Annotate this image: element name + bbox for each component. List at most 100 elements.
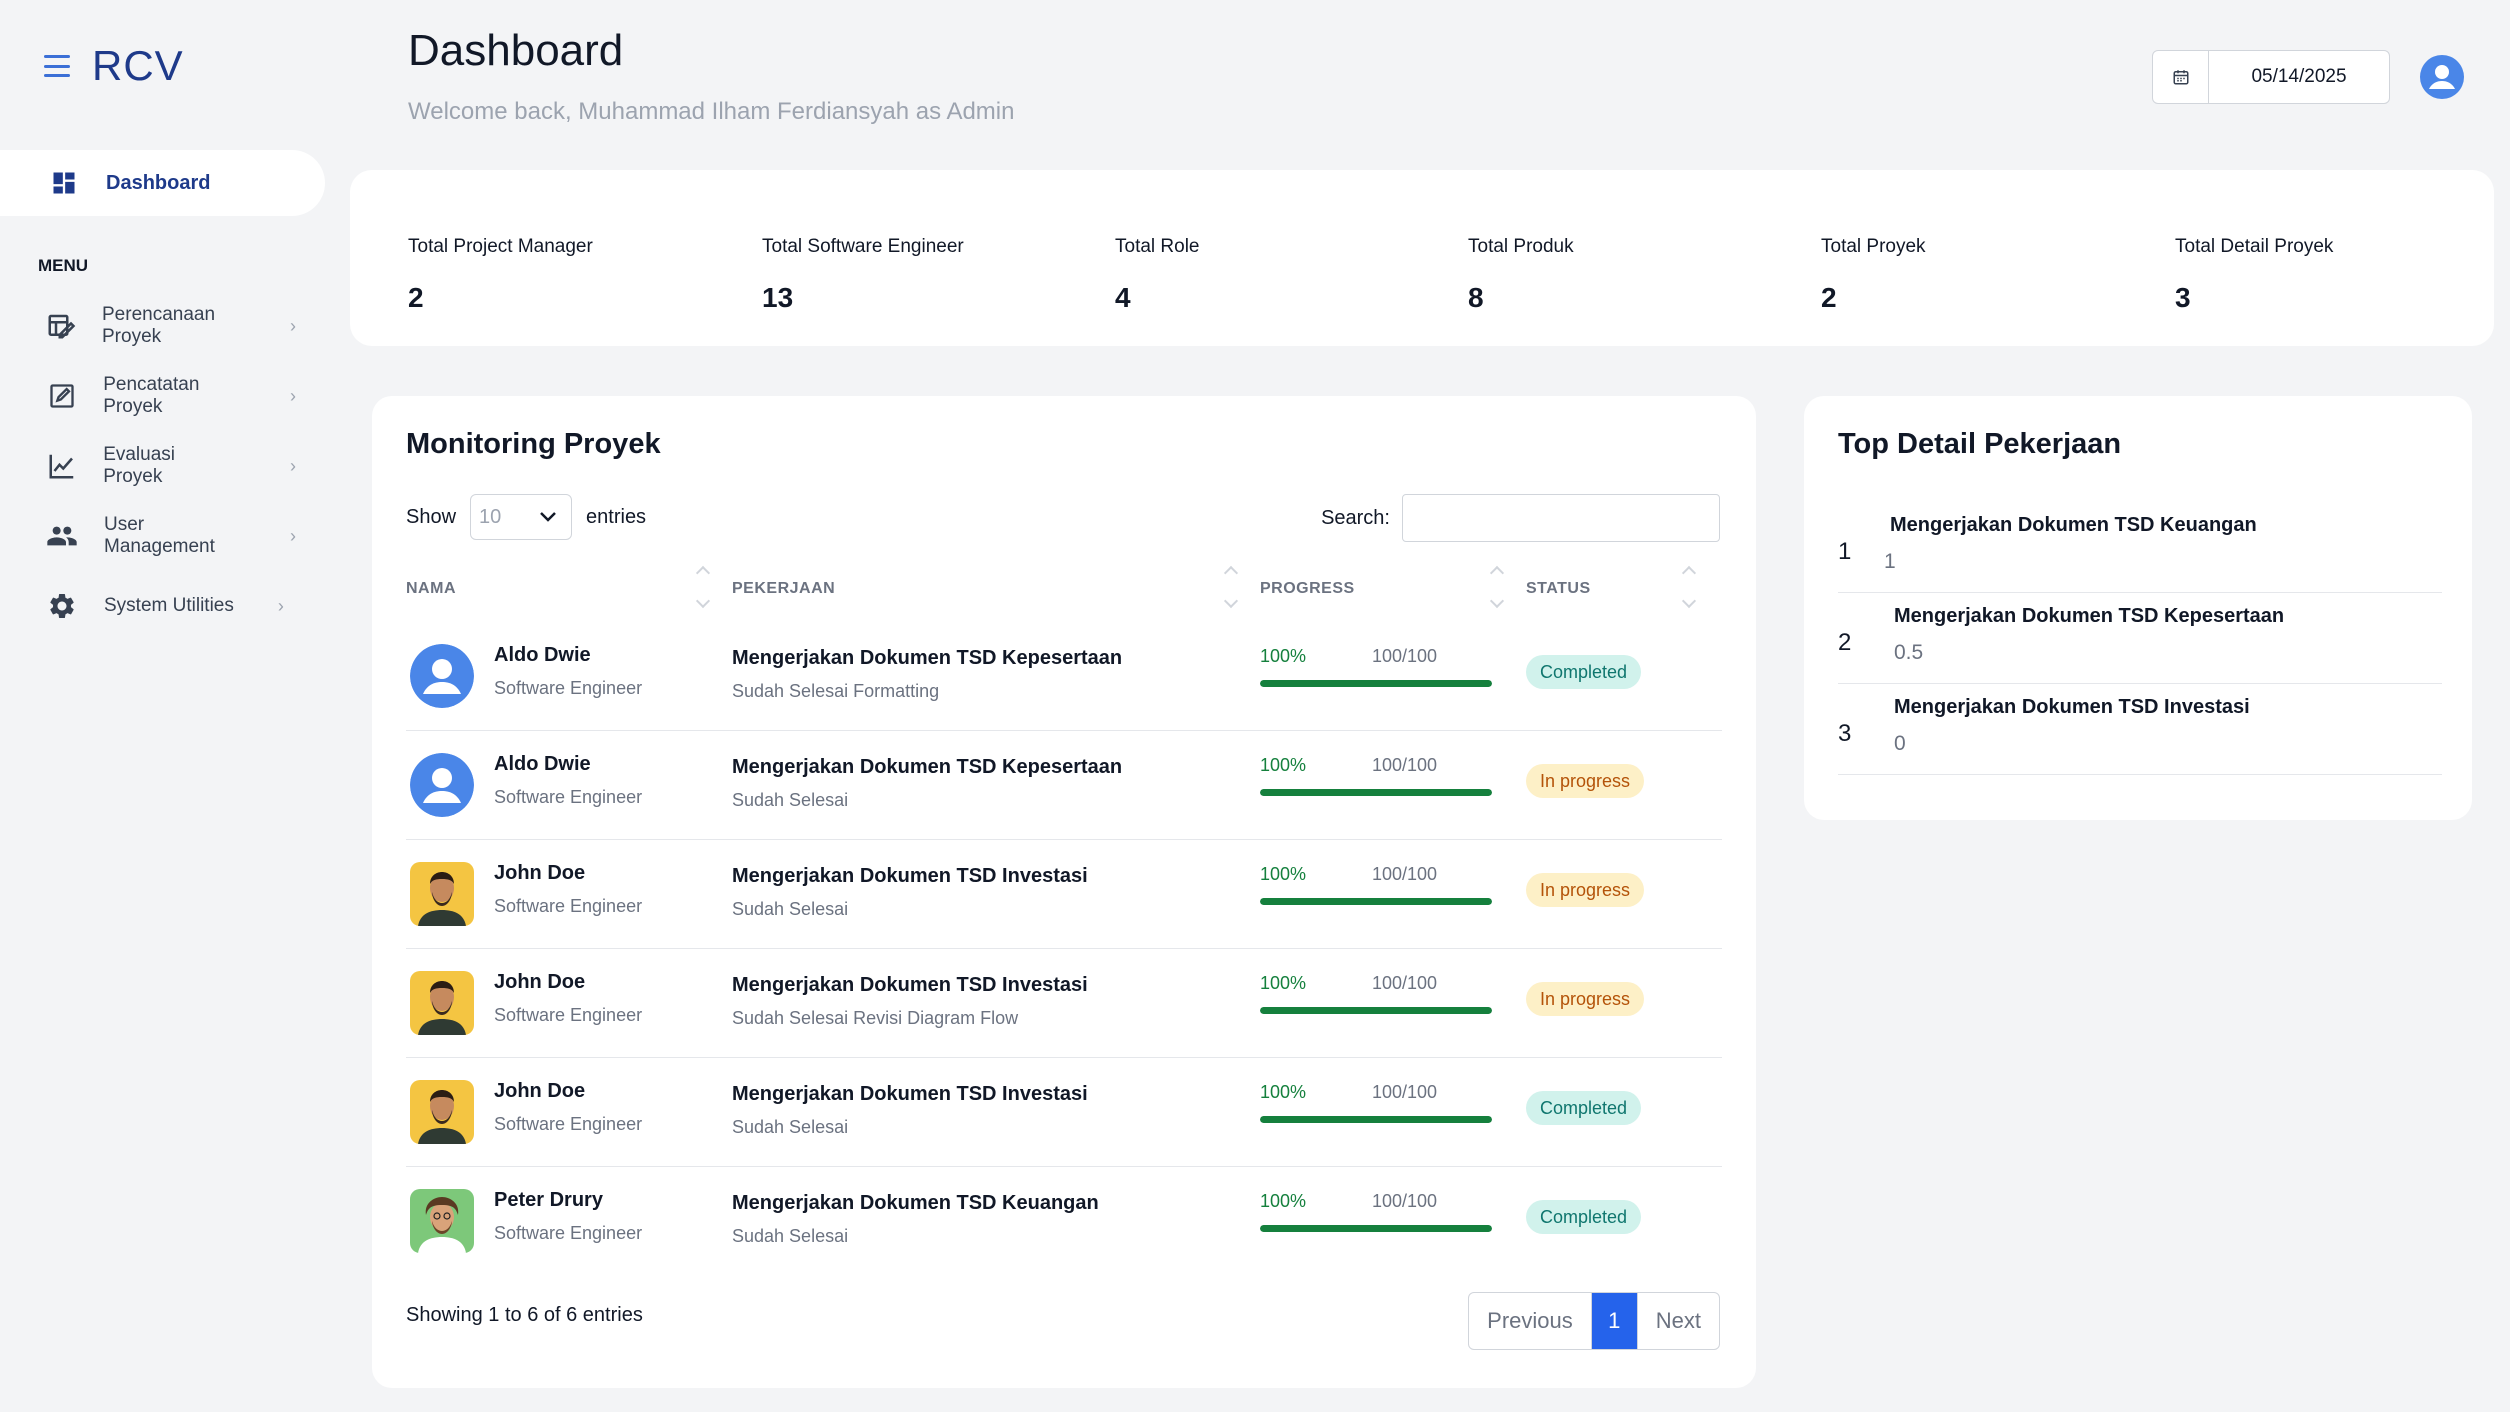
status-badge: In progress xyxy=(1526,873,1645,907)
user-photo-john xyxy=(410,862,474,926)
row-name: John Doe xyxy=(494,971,586,993)
sidebar-item-label: System Utilities xyxy=(104,595,234,616)
row-job-note: Sudah Selesai xyxy=(732,1226,849,1246)
entries-select[interactable]: 10 xyxy=(470,494,573,540)
progress-bar-fill xyxy=(1260,1116,1492,1123)
previous-page-button[interactable]: Previous xyxy=(1469,1293,1591,1349)
sidebar-item-dashboard[interactable]: Dashboard xyxy=(0,150,325,216)
sort-icon[interactable] xyxy=(1223,562,1240,612)
status-badge: Completed xyxy=(1526,1091,1642,1125)
column-header-nama[interactable]: NAMA xyxy=(406,580,456,598)
sort-icon[interactable] xyxy=(695,562,712,612)
table-row[interactable]: Aldo Dwie Software Engineer Mengerjakan … xyxy=(406,622,1722,731)
status-badge: Completed xyxy=(1526,655,1642,689)
row-name: Peter Drury xyxy=(494,1189,603,1211)
sort-icon[interactable] xyxy=(1681,562,1698,612)
stat-value: 3 xyxy=(2175,282,2191,313)
table-row[interactable]: Aldo Dwie Software Engineer Mengerjakan … xyxy=(406,731,1722,840)
stats-panel: Total Project Manager 2 Total Software E… xyxy=(350,170,2494,346)
search-control: Search: xyxy=(1321,494,1720,542)
table-row[interactable]: John Doe Software Engineer Mengerjakan D… xyxy=(406,1058,1722,1167)
stat-value: 2 xyxy=(1821,282,1837,313)
stat-total-role: Total Role 4 xyxy=(1115,236,1200,314)
progress-bar-fill xyxy=(1260,680,1492,687)
show-label: Show xyxy=(406,505,457,528)
sidebar-item-label: Perencanaan Proyek xyxy=(102,304,216,347)
chevron-right-icon: › xyxy=(290,315,296,336)
sidebar-item-system-utilities[interactable]: System Utilities › xyxy=(46,586,296,626)
row-progress-percent: 100% xyxy=(1260,1191,1307,1211)
row-job-note: Sudah Selesai Formatting xyxy=(732,681,940,701)
column-header-pekerjaan[interactable]: PEKERJAAN xyxy=(732,580,835,598)
table-row[interactable]: Peter Drury Software Engineer Mengerjaka… xyxy=(406,1167,1722,1276)
row-name: Aldo Dwie xyxy=(494,644,591,666)
list-item: 3 Mengerjakan Dokumen TSD Investasi 0 xyxy=(1838,684,2442,775)
stat-value: 4 xyxy=(1115,282,1131,313)
sidebar-item-pencatatan-proyek[interactable]: Pencatatan Proyek › xyxy=(46,374,296,417)
row-role: Software Engineer xyxy=(494,896,643,916)
progress-bar-fill xyxy=(1260,789,1492,796)
row-progress-percent: 100% xyxy=(1260,1082,1307,1102)
chevron-right-icon: › xyxy=(290,525,296,546)
stat-label: Total Project Manager xyxy=(408,236,593,257)
calendar-icon[interactable] xyxy=(2153,51,2209,103)
planning-icon xyxy=(46,310,76,342)
row-job: Mengerjakan Dokumen TSD Kepesertaan xyxy=(732,756,1123,778)
column-header-status[interactable]: STATUS xyxy=(1526,580,1591,598)
chevron-down-icon xyxy=(540,512,556,522)
progress-bar xyxy=(1260,898,1492,905)
hamburger-menu-icon[interactable] xyxy=(44,55,70,77)
users-icon xyxy=(46,520,78,552)
row-progress-percent: 100% xyxy=(1260,755,1307,775)
row-role: Software Engineer xyxy=(494,787,643,807)
row-role: Software Engineer xyxy=(494,1005,643,1025)
table-row[interactable]: John Doe Software Engineer Mengerjakan D… xyxy=(406,840,1722,949)
welcome-subtitle: Welcome back, Muhammad Ilham Ferdiansyah… xyxy=(408,98,1015,125)
page-1-button[interactable]: 1 xyxy=(1590,1293,1637,1349)
list-item-rank: 2 xyxy=(1838,629,1852,656)
stat-value: 13 xyxy=(762,282,794,313)
brand: RCV xyxy=(44,42,184,90)
sidebar-item-label: User Management xyxy=(104,514,215,557)
monitoring-title: Monitoring Proyek xyxy=(406,428,661,460)
row-job: Mengerjakan Dokumen TSD Kepesertaan xyxy=(732,647,1123,669)
row-progress-score: 100/100 xyxy=(1372,755,1438,775)
stat-value: 8 xyxy=(1468,282,1484,313)
progress-bar-fill xyxy=(1260,898,1492,905)
sort-icon[interactable] xyxy=(1489,562,1506,612)
chevron-right-icon: › xyxy=(290,455,296,476)
list-item: 2 Mengerjakan Dokumen TSD Kepesertaan 0.… xyxy=(1838,593,2442,684)
sidebar-item-user-management[interactable]: User Management › xyxy=(46,514,296,557)
progress-bar-fill xyxy=(1260,1007,1492,1014)
column-header-progress[interactable]: PROGRESS xyxy=(1260,580,1355,598)
top-detail-card: Top Detail Pekerjaan 1 Mengerjakan Dokum… xyxy=(1804,396,2472,820)
progress-bar xyxy=(1260,789,1492,796)
user-avatar-icon[interactable] xyxy=(2420,55,2464,99)
list-item-value: 1 xyxy=(1884,550,1896,573)
progress-bar xyxy=(1260,1116,1492,1123)
row-progress-score: 100/100 xyxy=(1372,864,1438,884)
next-page-button[interactable]: Next xyxy=(1636,1293,1719,1349)
status-badge: In progress xyxy=(1526,764,1645,798)
stat-label: Total Proyek xyxy=(1821,236,1926,257)
chevron-right-icon: › xyxy=(290,385,296,406)
row-role: Software Engineer xyxy=(494,678,643,698)
date-picker[interactable]: 05/14/2025 xyxy=(2152,50,2390,104)
gear-icon xyxy=(46,590,78,622)
row-progress-score: 100/100 xyxy=(1372,646,1438,666)
menu-heading: MENU xyxy=(38,256,89,275)
top-detail-title: Top Detail Pekerjaan xyxy=(1838,428,2122,460)
table-row[interactable]: John Doe Software Engineer Mengerjakan D… xyxy=(406,949,1722,1058)
progress-bar xyxy=(1260,1007,1492,1014)
search-input[interactable] xyxy=(1402,494,1720,542)
sidebar-item-label: Dashboard xyxy=(106,171,211,194)
row-job: Mengerjakan Dokumen TSD Investasi xyxy=(732,865,1088,887)
sidebar-item-perencanaan-proyek[interactable]: Perencanaan Proyek › xyxy=(46,304,296,347)
date-value[interactable]: 05/14/2025 xyxy=(2209,51,2389,103)
list-item-title: Mengerjakan Dokumen TSD Keuangan xyxy=(1890,514,2257,536)
search-label: Search: xyxy=(1321,506,1390,529)
sidebar-item-evaluasi-proyek[interactable]: Evaluasi Proyek › xyxy=(46,444,296,487)
chevron-right-icon: › xyxy=(277,595,284,616)
user-photo-john xyxy=(410,971,474,1035)
sidebar-item-label: Evaluasi Proyek xyxy=(103,444,176,487)
